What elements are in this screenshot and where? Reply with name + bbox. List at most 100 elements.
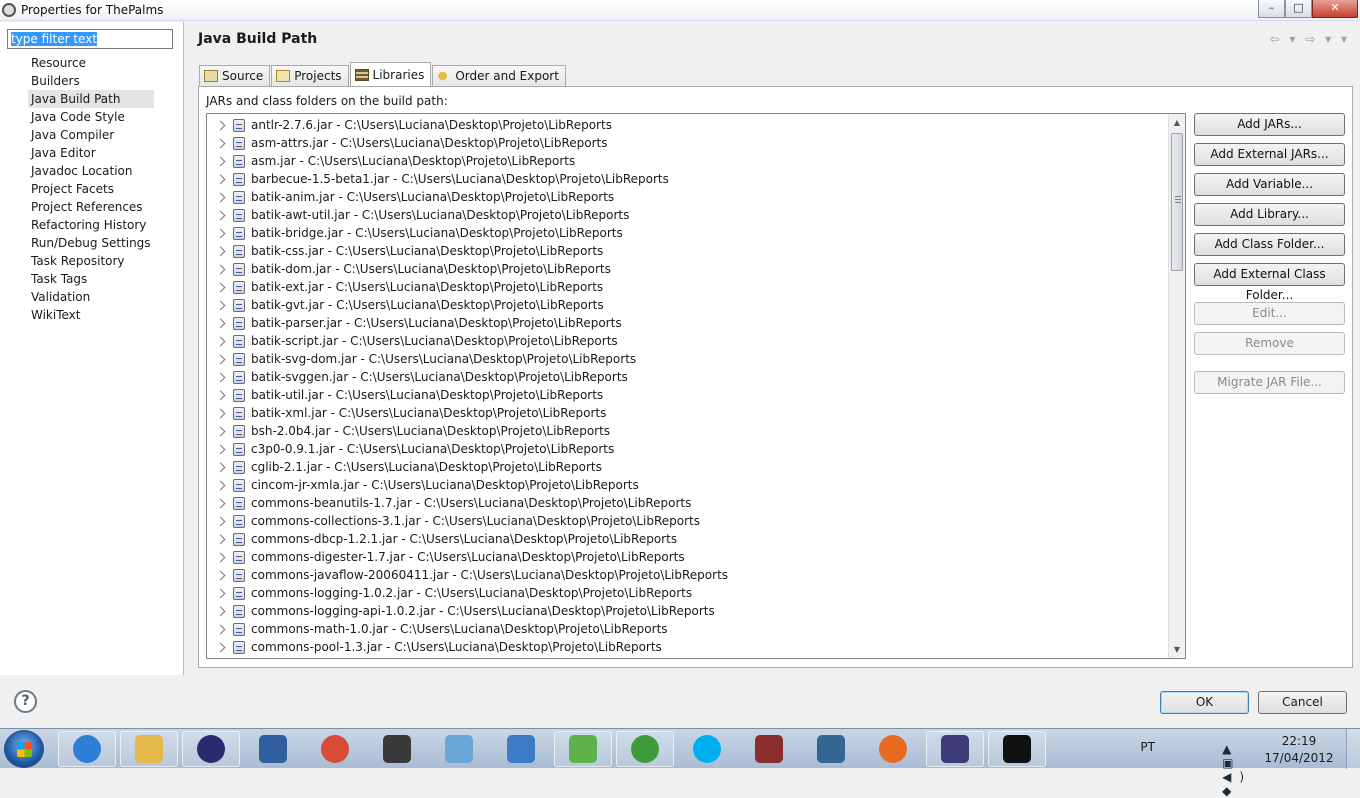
nav-item[interactable]: Java Build Path (28, 90, 154, 108)
library-entry[interactable]: bsh-2.0b4.jar - C:\Users\Luciana\Desktop… (207, 422, 1168, 440)
taskbar-button[interactable] (306, 731, 364, 767)
nav-item[interactable]: Refactoring History (28, 216, 154, 234)
nav-item[interactable]: Builders (28, 72, 154, 90)
expand-arrow-icon[interactable] (215, 642, 226, 652)
nav-item[interactable]: Task Tags (28, 270, 154, 288)
expand-arrow-icon[interactable] (215, 552, 226, 562)
taskbar-button[interactable] (244, 731, 302, 767)
expand-arrow-icon[interactable] (215, 336, 226, 346)
library-entry[interactable]: asm-attrs.jar - C:\Users\Luciana\Desktop… (207, 134, 1168, 152)
library-entry[interactable]: batik-ext.jar - C:\Users\Luciana\Desktop… (207, 278, 1168, 296)
nav-item[interactable]: WikiText (28, 306, 154, 324)
migrate-jar-file-button[interactable]: Migrate JAR File... (1194, 371, 1345, 394)
library-entry[interactable]: commons-digester-1.7.jar - C:\Users\Luci… (207, 548, 1168, 566)
expand-arrow-icon[interactable] (215, 192, 226, 202)
library-entry[interactable]: c3p0-0.9.1.jar - C:\Users\Luciana\Deskto… (207, 440, 1168, 458)
library-entry[interactable]: batik-xml.jar - C:\Users\Luciana\Desktop… (207, 404, 1168, 422)
library-entry[interactable]: batik-awt-util.jar - C:\Users\Luciana\De… (207, 206, 1168, 224)
library-entry[interactable]: commons-logging-api-1.0.2.jar - C:\Users… (207, 602, 1168, 620)
taskbar-button[interactable] (678, 731, 736, 767)
tray-icons[interactable]: ▲ ▣ ◀) ◆ (1222, 742, 1252, 798)
nav-item[interactable]: Run/Debug Settings (28, 234, 154, 252)
expand-arrow-icon[interactable] (215, 138, 226, 148)
taskbar-button[interactable] (492, 731, 550, 767)
library-entry[interactable]: batik-gvt.jar - C:\Users\Luciana\Desktop… (207, 296, 1168, 314)
nav-item[interactable]: Task Repository (28, 252, 154, 270)
library-entry[interactable]: commons-math-1.0.jar - C:\Users\Luciana\… (207, 620, 1168, 638)
library-entry[interactable]: batik-dom.jar - C:\Users\Luciana\Desktop… (207, 260, 1168, 278)
library-entry[interactable]: cglib-2.1.jar - C:\Users\Luciana\Desktop… (207, 458, 1168, 476)
library-entry[interactable]: batik-svg-dom.jar - C:\Users\Luciana\Des… (207, 350, 1168, 368)
library-entry[interactable]: batik-util.jar - C:\Users\Luciana\Deskto… (207, 386, 1168, 404)
expand-arrow-icon[interactable] (215, 210, 226, 220)
add-jars-button[interactable]: Add JARs... (1194, 113, 1345, 136)
expand-arrow-icon[interactable] (215, 444, 226, 454)
history-nav-arrows[interactable]: ⇦ ▾ ⇨ ▾ ▾ (1270, 32, 1350, 46)
expand-arrow-icon[interactable] (215, 588, 226, 598)
filter-input[interactable]: type filter text (7, 29, 173, 49)
expand-arrow-icon[interactable] (215, 516, 226, 526)
taskbar-button[interactable] (554, 731, 612, 767)
expand-arrow-icon[interactable] (215, 174, 226, 184)
expand-arrow-icon[interactable] (215, 624, 226, 634)
library-entry[interactable]: commons-logging-1.0.2.jar - C:\Users\Luc… (207, 584, 1168, 602)
show-desktop-button[interactable] (1346, 729, 1360, 769)
taskbar-button[interactable] (430, 731, 488, 767)
expand-arrow-icon[interactable] (215, 534, 226, 544)
add-external-jars-button[interactable]: Add External JARs... (1194, 143, 1345, 166)
close-button[interactable]: ✕ (1312, 0, 1358, 18)
library-entry[interactable]: batik-svggen.jar - C:\Users\Luciana\Desk… (207, 368, 1168, 386)
clock-date[interactable]: 17/04/2012 (1264, 751, 1334, 765)
maximize-button[interactable]: □ (1285, 0, 1312, 18)
taskbar-button[interactable] (802, 731, 860, 767)
expand-arrow-icon[interactable] (215, 570, 226, 580)
expand-arrow-icon[interactable] (215, 606, 226, 616)
nav-item[interactable]: Java Editor (28, 144, 154, 162)
tab-projects[interactable]: Projects (271, 65, 349, 86)
cancel-button[interactable]: Cancel (1258, 691, 1347, 714)
expand-arrow-icon[interactable] (215, 120, 226, 130)
input-language[interactable]: PT (1140, 740, 1155, 754)
tab-order-and-export[interactable]: Order and Export (432, 65, 566, 86)
taskbar-button[interactable] (58, 731, 116, 767)
minimize-button[interactable]: – (1258, 0, 1285, 18)
nav-item[interactable]: Javadoc Location (28, 162, 154, 180)
add-external-class-folder-button[interactable]: Add External Class Folder... (1194, 263, 1345, 302)
expand-arrow-icon[interactable] (215, 372, 226, 382)
library-entry[interactable]: commons-beanutils-1.7.jar - C:\Users\Luc… (207, 494, 1168, 512)
library-entry[interactable]: batik-css.jar - C:\Users\Luciana\Desktop… (207, 242, 1168, 260)
expand-arrow-icon[interactable] (215, 246, 226, 256)
taskbar-button[interactable] (864, 731, 922, 767)
library-entry[interactable]: commons-javaflow-20060411.jar - C:\Users… (207, 566, 1168, 584)
libraries-tree[interactable]: antlr-2.7.6.jar - C:\Users\Luciana\Deskt… (206, 113, 1186, 659)
library-entry[interactable]: batik-bridge.jar - C:\Users\Luciana\Desk… (207, 224, 1168, 242)
expand-arrow-icon[interactable] (215, 318, 226, 328)
expand-arrow-icon[interactable] (215, 282, 226, 292)
nav-item[interactable]: Java Code Style (28, 108, 154, 126)
expand-arrow-icon[interactable] (215, 300, 226, 310)
taskbar-button[interactable] (616, 731, 674, 767)
expand-arrow-icon[interactable] (215, 390, 226, 400)
library-entry[interactable]: barbecue-1.5-beta1.jar - C:\Users\Lucian… (207, 170, 1168, 188)
expand-arrow-icon[interactable] (215, 498, 226, 508)
taskbar-button[interactable] (740, 731, 798, 767)
ok-button[interactable]: OK (1160, 691, 1249, 714)
library-entry[interactable]: antlr-2.7.6.jar - C:\Users\Luciana\Deskt… (207, 116, 1168, 134)
add-library-button[interactable]: Add Library... (1194, 203, 1345, 226)
remove-button[interactable]: Remove (1194, 332, 1345, 355)
expand-arrow-icon[interactable] (215, 156, 226, 166)
library-entry[interactable]: asm.jar - C:\Users\Luciana\Desktop\Proje… (207, 152, 1168, 170)
taskbar-button[interactable] (988, 731, 1046, 767)
nav-item[interactable]: Project Facets (28, 180, 154, 198)
expand-arrow-icon[interactable] (215, 228, 226, 238)
scroll-up-icon[interactable]: ▲ (1169, 114, 1185, 131)
taskbar-button[interactable] (368, 731, 426, 767)
library-entry[interactable]: cincom-jr-xmla.jar - C:\Users\Luciana\De… (207, 476, 1168, 494)
expand-arrow-icon[interactable] (215, 462, 226, 472)
tab-libraries[interactable]: Libraries (349, 62, 432, 86)
expand-arrow-icon[interactable] (215, 354, 226, 364)
expand-arrow-icon[interactable] (215, 264, 226, 274)
add-class-folder-button[interactable]: Add Class Folder... (1194, 233, 1345, 256)
tree-scrollbar[interactable]: ▲ ▼ (1168, 114, 1185, 658)
nav-item[interactable]: Project References (28, 198, 154, 216)
